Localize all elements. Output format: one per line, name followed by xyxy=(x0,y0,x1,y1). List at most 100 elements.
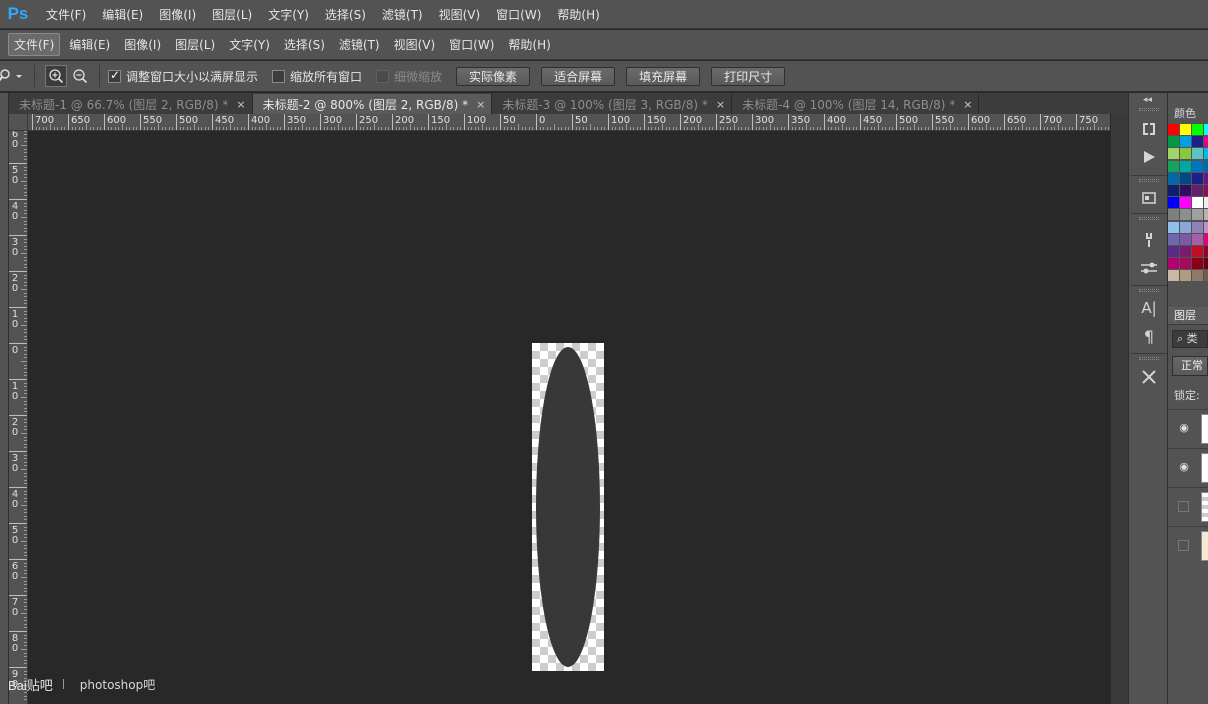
adjustments-icon[interactable] xyxy=(1137,257,1161,279)
brushes-icon[interactable] xyxy=(1137,229,1161,251)
color-swatch[interactable] xyxy=(1204,233,1208,245)
color-swatch[interactable] xyxy=(1168,221,1179,233)
color-swatch[interactable] xyxy=(1168,148,1179,160)
checkbox-box[interactable] xyxy=(272,69,286,83)
menu-item[interactable]: 图像(I) xyxy=(159,6,196,23)
close-icon[interactable]: × xyxy=(476,98,485,111)
resize-windows-checkbox[interactable]: 调整窗口大小以满屏显示 xyxy=(108,68,258,85)
color-swatch[interactable] xyxy=(1180,221,1191,233)
zoom-in-button[interactable] xyxy=(45,65,67,87)
color-swatch[interactable] xyxy=(1192,221,1203,233)
layers-panel-tab[interactable]: 图层 xyxy=(1168,307,1208,325)
document-canvas[interactable] xyxy=(532,343,604,671)
color-swatch[interactable] xyxy=(1168,258,1179,270)
dock-grip[interactable] xyxy=(1139,108,1159,111)
color-swatch[interactable] xyxy=(1192,197,1203,209)
color-swatch[interactable] xyxy=(1168,233,1179,245)
menu2-item[interactable]: 视图(V) xyxy=(389,34,441,55)
tool-presets-icon[interactable] xyxy=(1137,366,1161,388)
paragraph-icon[interactable]: ¶ xyxy=(1137,325,1161,347)
dock-grip[interactable] xyxy=(1139,357,1159,360)
close-icon[interactable]: × xyxy=(716,98,725,111)
tool-preset-picker[interactable] xyxy=(0,65,26,87)
menu2-item[interactable]: 图层(L) xyxy=(170,34,220,55)
document-tab[interactable]: 未标题-4 @ 100% (图层 14, RGB/8) * × xyxy=(732,94,980,114)
color-swatch[interactable] xyxy=(1180,136,1191,148)
menu2-item[interactable]: 滤镜(T) xyxy=(334,34,385,55)
layer-filter-field[interactable]: ⌕ 类 xyxy=(1172,330,1208,348)
layer-row[interactable] xyxy=(1168,526,1208,564)
dock-grip[interactable] xyxy=(1139,179,1159,182)
collapse-arrows-icon[interactable]: ◂◂ xyxy=(1143,95,1152,105)
color-swatch[interactable] xyxy=(1204,197,1208,209)
layer-row[interactable] xyxy=(1168,487,1208,525)
menu2-item[interactable]: 选择(S) xyxy=(279,34,330,55)
visibility-toggle[interactable] xyxy=(1178,501,1189,512)
color-swatch[interactable] xyxy=(1204,124,1208,135)
visibility-toggle[interactable] xyxy=(1178,540,1189,551)
color-swatch[interactable] xyxy=(1180,233,1191,245)
color-swatch[interactable] xyxy=(1168,197,1179,209)
document-tab[interactable]: 未标题-2 @ 800% (图层 2, RGB/8) * × xyxy=(252,94,493,114)
color-swatch[interactable] xyxy=(1168,124,1179,135)
color-swatch[interactable] xyxy=(1204,136,1208,148)
checkbox-box[interactable] xyxy=(108,68,121,83)
menu-item[interactable]: 视图(V) xyxy=(439,6,481,23)
vertical-scrollbar[interactable] xyxy=(1110,114,1128,704)
color-swatch[interactable] xyxy=(1168,172,1179,184)
menu-item[interactable]: 文件(F) xyxy=(46,6,86,23)
print-size-button[interactable]: 打印尺寸 xyxy=(711,66,786,86)
color-swatch[interactable] xyxy=(1180,160,1191,172)
close-icon[interactable]: × xyxy=(963,98,972,111)
horizontal-ruler[interactable]: 700 650 600 550 500 450 400 350 300 250 200 150 100 5… xyxy=(28,114,1110,131)
color-swatch[interactable] xyxy=(1168,209,1179,221)
menu2-item[interactable]: 图像(I) xyxy=(119,34,166,55)
canvas-area[interactable] xyxy=(28,131,1110,704)
color-swatch[interactable] xyxy=(1168,185,1179,196)
history-icon[interactable] xyxy=(1137,118,1161,140)
actual-pixels-button[interactable]: 实际像素 xyxy=(456,66,531,86)
ellipse-shape[interactable] xyxy=(536,347,600,667)
menu2-item[interactable]: 文件(F) xyxy=(8,33,61,56)
zoom-out-button[interactable] xyxy=(69,65,91,87)
color-swatch[interactable] xyxy=(1180,148,1191,160)
zoom-all-windows-checkbox[interactable]: 缩放所有窗口 xyxy=(272,68,362,85)
color-swatch[interactable] xyxy=(1192,124,1203,135)
color-swatch[interactable] xyxy=(1180,172,1191,184)
menu2-item[interactable]: 窗口(W) xyxy=(444,34,499,55)
color-swatch[interactable] xyxy=(1204,258,1208,270)
dock-grip[interactable] xyxy=(1139,289,1159,292)
dock-grip[interactable] xyxy=(1139,217,1159,220)
tools-panel-edge[interactable] xyxy=(0,93,9,704)
color-swatch[interactable] xyxy=(1192,258,1203,270)
color-swatch[interactable] xyxy=(1180,270,1191,282)
color-swatch[interactable] xyxy=(1180,197,1191,209)
color-swatch[interactable] xyxy=(1180,258,1191,270)
color-swatch[interactable] xyxy=(1168,160,1179,172)
color-swatch[interactable] xyxy=(1180,209,1191,221)
menu-item[interactable]: 编辑(E) xyxy=(102,6,143,23)
close-icon[interactable]: × xyxy=(236,98,245,111)
actions-play-icon[interactable] xyxy=(1137,146,1161,168)
document-tab[interactable]: 未标题-1 @ 66.7% (图层 2, RGB/8) * × xyxy=(9,94,253,114)
menu-item[interactable]: 窗口(W) xyxy=(496,6,541,23)
menu-item[interactable]: 文字(Y) xyxy=(268,6,309,23)
color-swatch[interactable] xyxy=(1204,160,1208,172)
color-swatch[interactable] xyxy=(1204,172,1208,184)
eye-icon[interactable]: ◉ xyxy=(1178,422,1190,434)
fill-screen-button[interactable]: 填充屏幕 xyxy=(626,66,701,86)
color-swatch[interactable] xyxy=(1192,172,1203,184)
menu-item[interactable]: 选择(S) xyxy=(325,6,366,23)
menu2-item[interactable]: 文字(Y) xyxy=(224,34,275,55)
color-swatch[interactable] xyxy=(1168,246,1179,257)
color-swatch[interactable] xyxy=(1168,136,1179,148)
color-swatch[interactable] xyxy=(1192,233,1203,245)
document-tab[interactable]: 未标题-3 @ 100% (图层 3, RGB/8) * × xyxy=(492,94,733,114)
color-swatch[interactable] xyxy=(1192,209,1203,221)
ruler-origin[interactable] xyxy=(9,114,28,131)
properties-icon[interactable] xyxy=(1137,187,1161,209)
color-panel-tab[interactable]: 颜色 xyxy=(1168,105,1208,121)
color-swatch[interactable] xyxy=(1192,160,1203,172)
color-swatch[interactable] xyxy=(1204,209,1208,221)
eye-icon[interactable]: ◉ xyxy=(1178,461,1190,473)
